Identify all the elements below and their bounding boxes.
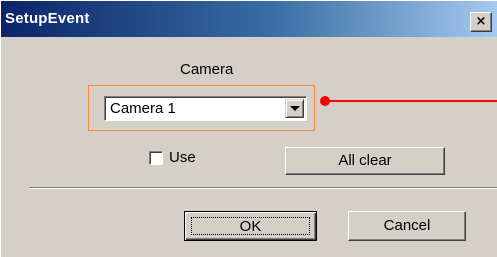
use-checkbox-label[interactable]: Use xyxy=(169,149,196,166)
close-icon: × xyxy=(475,14,487,29)
use-checkbox[interactable] xyxy=(149,151,163,165)
callout-dot xyxy=(320,96,330,106)
separator xyxy=(29,187,497,189)
cancel-button[interactable]: Cancel xyxy=(348,211,466,241)
all-clear-button[interactable]: All clear xyxy=(285,147,445,175)
setup-event-dialog: SetupEvent × Camera Camera 1 Use All cle… xyxy=(0,0,497,257)
callout-line xyxy=(326,100,497,102)
close-button[interactable]: × xyxy=(470,12,492,32)
title-bar[interactable]: SetupEvent × xyxy=(1,1,497,37)
window-title: SetupEvent xyxy=(5,10,90,27)
chevron-down-icon[interactable] xyxy=(285,99,304,118)
ok-button[interactable]: OK xyxy=(184,211,317,241)
camera-label: Camera xyxy=(180,61,234,78)
ok-button-label: OK xyxy=(191,217,310,235)
camera-dropdown-value: Camera 1 xyxy=(110,100,176,117)
camera-dropdown[interactable]: Camera 1 xyxy=(104,96,307,121)
